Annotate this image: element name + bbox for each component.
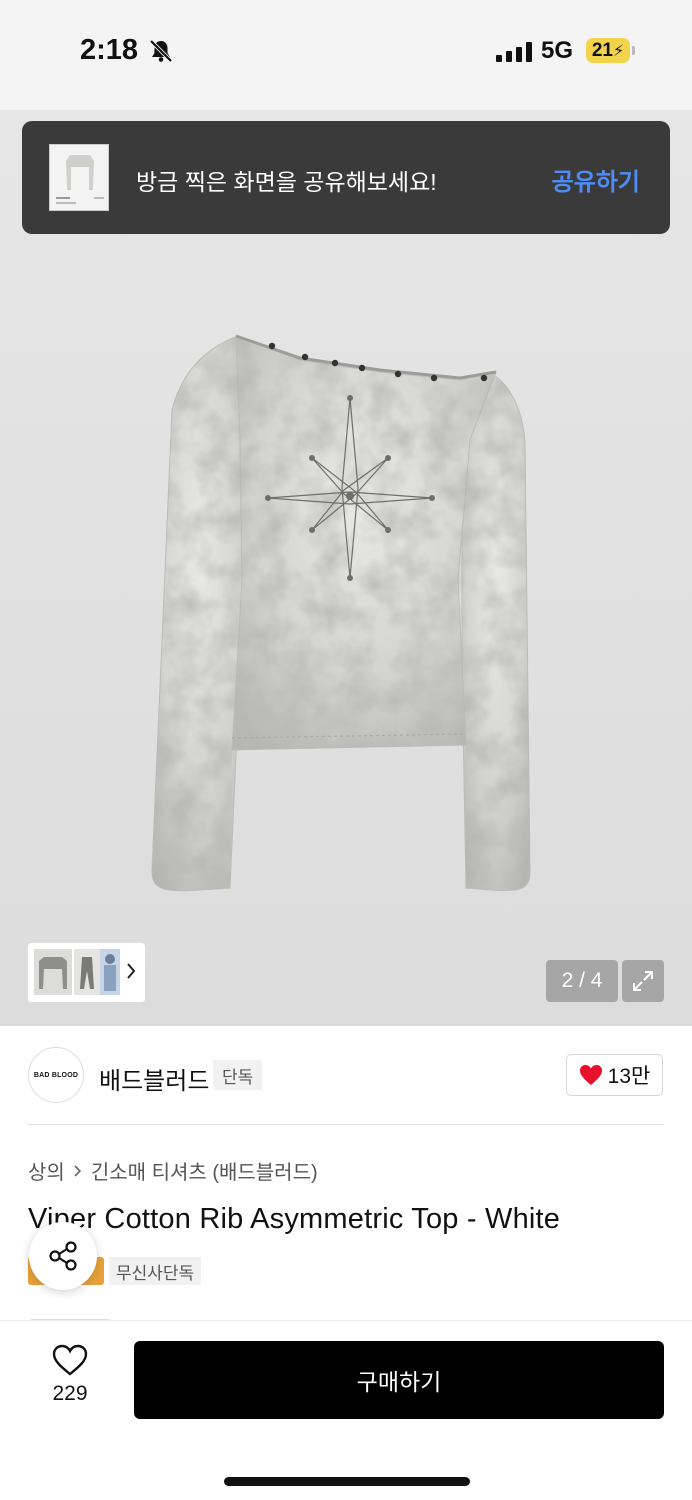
share-icon	[49, 1241, 77, 1271]
chevron-right-icon[interactable]	[124, 960, 138, 982]
status-bar: 2:18 5G 21 ⚡	[0, 0, 692, 110]
product-image-gallery[interactable]	[0, 110, 692, 1026]
battery-level: 21	[591, 39, 613, 61]
share-screenshot-toast: 방금 찍은 화면을 공유해보세요! 공유하기	[22, 121, 670, 234]
brand-exclusive-badge: 단독	[213, 1060, 263, 1090]
brand-logo[interactable]: BAD BLOOD	[28, 1047, 84, 1103]
battery-icon: 21 ⚡	[586, 38, 630, 63]
buy-button[interactable]: 구매하기	[134, 1341, 664, 1419]
heart-outline-icon	[52, 1344, 88, 1376]
bell-muted-icon	[149, 39, 173, 63]
expand-button[interactable]	[622, 960, 664, 1002]
brand-like-count: 13만	[607, 1065, 651, 1088]
thumbnail-1[interactable]	[34, 949, 72, 995]
thumbnail-2[interactable]	[74, 949, 100, 995]
heart-filled-icon	[579, 1065, 602, 1085]
wishlist-count: 229	[52, 1382, 88, 1405]
brand-name[interactable]: 배드블러드	[99, 1061, 209, 1096]
breadcrumb-category[interactable]: 상의	[28, 1156, 65, 1185]
thumbnail-3[interactable]	[100, 949, 120, 995]
brand-logo-text: BAD BLOOD	[33, 1071, 79, 1079]
divider	[28, 1124, 664, 1125]
battery-tip	[632, 46, 635, 55]
status-time: 2:18	[80, 34, 139, 66]
musinsa-exclusive-tag: 무신사단독	[109, 1257, 202, 1285]
expand-icon	[633, 971, 653, 991]
breadcrumb-subcategory[interactable]: 긴소매 티셔츠 (배드블러드)	[91, 1156, 318, 1185]
brand-like-button[interactable]: 13만	[566, 1054, 663, 1096]
shirt	[151, 334, 531, 892]
network-label: 5G	[541, 37, 574, 64]
toast-message: 방금 찍은 화면을 공유해보세요!	[136, 169, 437, 195]
product-image	[151, 334, 531, 892]
screenshot-thumbnail[interactable]	[49, 144, 109, 211]
wishlist-button[interactable]: 229	[40, 1344, 100, 1414]
share-button[interactable]: 공유하기	[552, 162, 640, 197]
cellular-signal-icon	[496, 42, 532, 62]
image-counter: 2 / 4	[546, 960, 618, 1002]
breadcrumb: 상의 긴소매 티셔츠 (배드블러드)	[28, 1156, 318, 1185]
home-indicator	[224, 1477, 470, 1486]
product-page: 2:18 5G 21 ⚡ 방금 찍은 화면을 공유해보세요! 공유하기 2 / …	[0, 0, 692, 1500]
product-title: Viper Cotton Rib Asymmetric Top - White	[28, 1203, 561, 1235]
share-fab[interactable]	[29, 1222, 97, 1290]
chevron-right-icon	[74, 1164, 81, 1177]
thumbnail-strip[interactable]	[28, 943, 145, 1002]
